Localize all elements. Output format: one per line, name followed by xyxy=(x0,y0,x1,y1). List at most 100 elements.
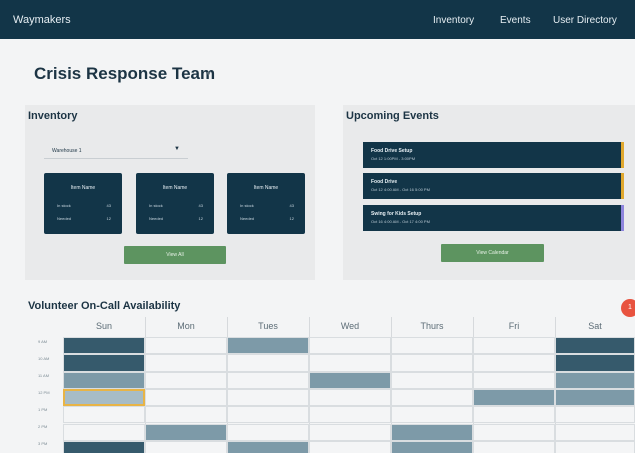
time-label: 12 PM xyxy=(38,390,50,395)
availability-slot[interactable] xyxy=(391,354,473,372)
time-label: 1 PM xyxy=(38,407,48,412)
availability-slot[interactable] xyxy=(227,388,309,407)
availability-slot-selected[interactable] xyxy=(63,388,145,407)
day-label-thurs: Thurs xyxy=(420,321,444,331)
availability-slot[interactable] xyxy=(555,406,635,424)
chevron-down-icon[interactable]: ▼ xyxy=(205,71,212,78)
availability-slot[interactable] xyxy=(473,371,555,389)
availability-slot[interactable] xyxy=(473,406,555,424)
day-label-fri: Fri xyxy=(508,321,520,331)
time-label: 11 AM xyxy=(38,373,50,378)
availability-slot[interactable] xyxy=(145,406,227,424)
availability-slot[interactable] xyxy=(473,440,555,453)
availability-slot[interactable] xyxy=(145,423,227,441)
warehouse-select[interactable]: Warehouse 1 ▼ xyxy=(44,143,188,159)
availability-slot[interactable] xyxy=(555,440,635,453)
availability-slot[interactable] xyxy=(309,440,391,453)
event-card[interactable]: Food Drive Oct 12 4:00 AM - Oct 16 5:00 … xyxy=(363,173,624,199)
event-accent-bar xyxy=(621,173,624,199)
day-label-sat: Sat xyxy=(588,321,602,331)
time-label: 3 PM xyxy=(38,441,48,446)
notification-badge[interactable]: 1 xyxy=(621,299,635,317)
item-stock-value: 43 xyxy=(289,203,294,208)
brand-logo[interactable]: Waymakers xyxy=(13,14,71,26)
time-label: 2 PM xyxy=(38,424,48,429)
nav-inventory[interactable]: Inventory xyxy=(433,15,474,26)
item-needed-value: 12 xyxy=(289,216,294,221)
day-label-tues: Tues xyxy=(258,321,278,331)
availability-heading: Volunteer On-Call Availability xyxy=(28,300,181,312)
availability-slot[interactable] xyxy=(145,337,227,355)
availability-slot[interactable] xyxy=(555,423,635,441)
availability-slot[interactable] xyxy=(309,388,391,407)
availability-slot[interactable] xyxy=(309,406,391,424)
availability-slot[interactable] xyxy=(63,440,145,453)
inventory-item-card[interactable]: Item Name In stock 43 Needed 12 xyxy=(44,173,122,234)
availability-slot[interactable] xyxy=(555,388,635,407)
availability-slot[interactable] xyxy=(227,440,309,453)
event-title: Food Drive xyxy=(371,179,398,185)
event-time: Oct 12 1:00PM - 3:00PM xyxy=(371,156,416,161)
availability-slot[interactable] xyxy=(145,388,227,407)
event-title: Food Drive Setup xyxy=(371,148,413,154)
availability-slot[interactable] xyxy=(473,337,555,355)
view-all-button[interactable]: View All xyxy=(124,246,226,264)
nav-events[interactable]: Events xyxy=(500,15,531,26)
event-title: Swing for Kids Setup xyxy=(371,211,422,217)
event-accent-bar xyxy=(621,142,624,168)
availability-slot[interactable] xyxy=(555,371,635,389)
availability-slot[interactable] xyxy=(145,440,227,453)
item-needed-value: 12 xyxy=(106,216,111,221)
item-name: Item Name xyxy=(253,185,279,191)
availability-slot[interactable] xyxy=(555,354,635,372)
availability-slot[interactable] xyxy=(555,337,635,355)
availability-slot[interactable] xyxy=(391,388,473,407)
day-label-wed: Wed xyxy=(340,321,360,331)
item-needed-label: Needed xyxy=(149,216,164,221)
availability-slot[interactable] xyxy=(63,423,145,441)
availability-slot[interactable] xyxy=(227,337,309,355)
availability-slot[interactable] xyxy=(227,354,309,372)
events-heading: Upcoming Events xyxy=(346,110,439,122)
availability-slot[interactable] xyxy=(227,371,309,389)
event-card[interactable]: Food Drive Setup Oct 12 1:00PM - 3:00PM xyxy=(363,142,624,168)
availability-slot[interactable] xyxy=(309,354,391,372)
availability-slot[interactable] xyxy=(63,354,145,372)
top-navbar: Waymakers Inventory Events User Director… xyxy=(0,0,635,39)
availability-slot[interactable] xyxy=(391,337,473,355)
availability-slot[interactable] xyxy=(63,371,145,389)
nav-user-directory[interactable]: User Directory xyxy=(553,15,617,26)
time-label: 10 AM xyxy=(38,356,50,361)
availability-slot[interactable] xyxy=(473,423,555,441)
availability-slot[interactable] xyxy=(145,371,227,389)
day-label-mon: Mon xyxy=(177,321,195,331)
availability-slot[interactable] xyxy=(309,423,391,441)
item-needed-label: Needed xyxy=(240,216,255,221)
availability-slot[interactable] xyxy=(309,337,391,355)
item-stock-value: 43 xyxy=(198,203,203,208)
availability-slot[interactable] xyxy=(227,406,309,424)
availability-slot[interactable] xyxy=(227,423,309,441)
availability-slot[interactable] xyxy=(391,406,473,424)
inventory-heading: Inventory xyxy=(28,110,78,122)
event-card[interactable]: Swing for Kids Setup Oct 16 4:00 AM - Oc… xyxy=(363,205,624,231)
availability-slot[interactable] xyxy=(391,440,473,453)
availability-slot[interactable] xyxy=(63,406,145,424)
chevron-down-icon: ▼ xyxy=(174,146,180,152)
event-time: Oct 12 4:00 AM - Oct 16 5:00 PM xyxy=(371,187,430,192)
availability-slot[interactable] xyxy=(309,371,391,389)
availability-slot[interactable] xyxy=(145,354,227,372)
time-label: 9 AM xyxy=(38,339,48,344)
team-title: Crisis Response Team xyxy=(34,64,216,83)
view-calendar-button[interactable]: View Calendar xyxy=(441,244,544,262)
availability-slot[interactable] xyxy=(391,371,473,389)
availability-slot[interactable] xyxy=(473,388,555,407)
availability-slot[interactable] xyxy=(391,423,473,441)
inventory-item-card[interactable]: Item Name In stock 43 Needed 12 xyxy=(227,173,305,234)
item-stock-value: 43 xyxy=(106,203,111,208)
warehouse-selected-value: Warehouse 1 xyxy=(52,148,82,154)
day-label-sun: Sun xyxy=(95,321,112,331)
inventory-item-card[interactable]: Item Name In stock 43 Needed 12 xyxy=(136,173,214,234)
availability-slot[interactable] xyxy=(473,354,555,372)
availability-slot[interactable] xyxy=(63,337,145,355)
